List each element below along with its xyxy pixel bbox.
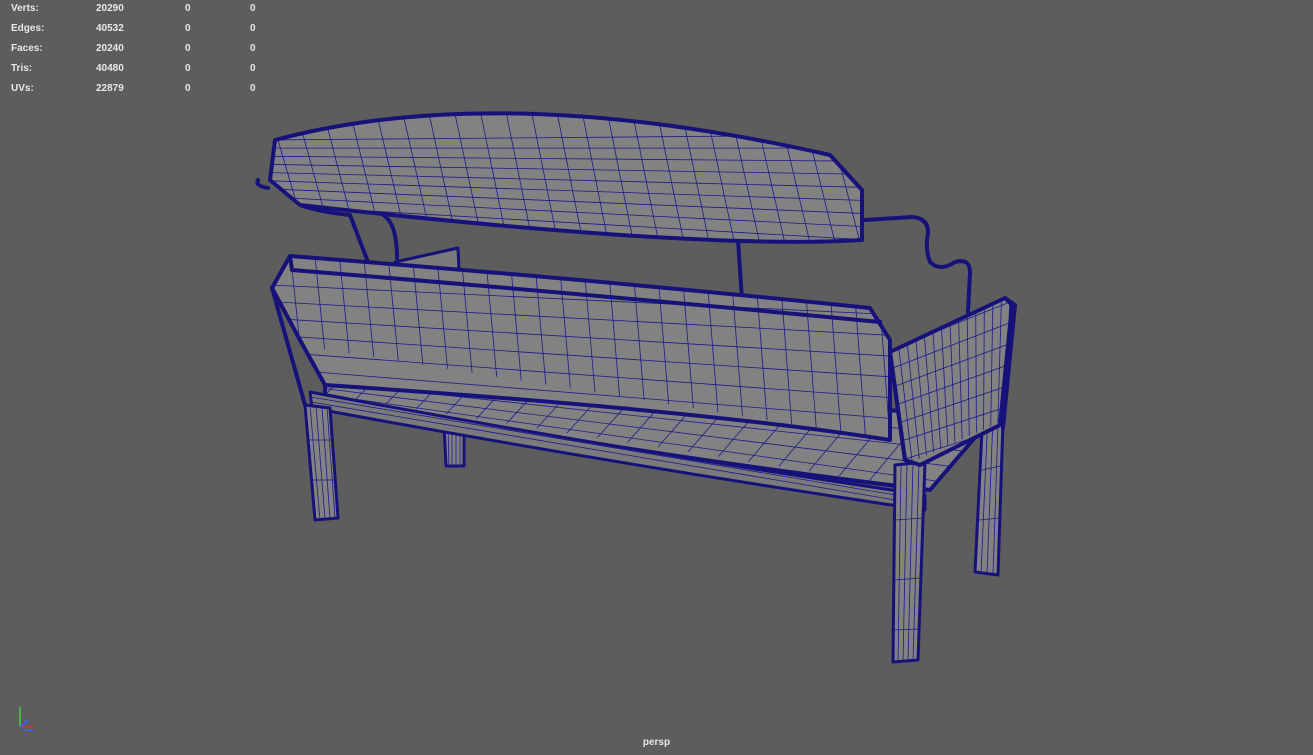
bench-wireframe-mesh[interactable]	[0, 0, 1313, 755]
hud-value-selected: 0	[185, 43, 191, 54]
hud-value-selected: 0	[185, 23, 191, 34]
hud-row-faces: Faces: 20240 0 0	[11, 42, 271, 62]
hud-label: UVs:	[11, 83, 34, 94]
svg-text:z: z	[24, 720, 27, 726]
hud-value-highlighted: 0	[250, 3, 256, 14]
hud-row-edges: Edges: 40532 0 0	[11, 22, 271, 42]
hud-value-highlighted: 0	[250, 23, 256, 34]
poly-count-hud: Verts: 20290 0 0 Edges: 40532 0 0 Faces:…	[11, 2, 271, 102]
hud-value-total: 40532	[96, 23, 124, 34]
perspective-viewport[interactable]: Verts: 20290 0 0 Edges: 40532 0 0 Faces:…	[0, 0, 1313, 755]
hud-value-total: 22879	[96, 83, 124, 94]
hud-row-verts: Verts: 20290 0 0	[11, 2, 271, 22]
xyz-axis-icon: z	[19, 707, 35, 732]
hud-label: Verts:	[11, 3, 39, 14]
hud-label: Faces:	[11, 43, 43, 54]
hud-label: Tris:	[11, 63, 33, 74]
hud-value-selected: 0	[185, 83, 191, 94]
hud-row-tris: Tris: 40480 0 0	[11, 62, 271, 82]
hud-value-total: 40480	[96, 63, 124, 74]
hud-value-total: 20290	[96, 3, 124, 14]
hud-value-highlighted: 0	[250, 63, 256, 74]
hud-value-total: 20240	[96, 43, 124, 54]
hud-label: Edges:	[11, 23, 45, 34]
hud-value-selected: 0	[185, 63, 191, 74]
hud-value-highlighted: 0	[250, 43, 256, 54]
hud-value-selected: 0	[185, 3, 191, 14]
hud-row-uvs: UVs: 22879 0 0	[11, 82, 271, 102]
front-leg-right	[891, 460, 927, 664]
camera-name-label: persp	[642, 737, 671, 748]
hud-value-highlighted: 0	[250, 83, 256, 94]
